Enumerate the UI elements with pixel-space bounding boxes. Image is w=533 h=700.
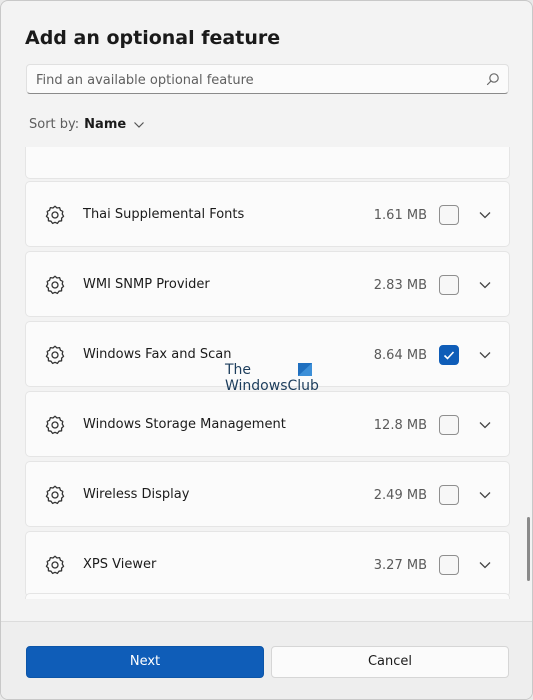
chevron-down-icon [134, 121, 145, 128]
chevron-down-icon[interactable] [478, 209, 492, 221]
list-item-partial [25, 147, 510, 179]
search-input[interactable] [36, 70, 476, 90]
search-icon[interactable] [486, 72, 500, 86]
gear-icon [45, 345, 65, 365]
chevron-down-icon[interactable] [478, 419, 492, 431]
search-box[interactable] [26, 64, 509, 94]
list-item[interactable]: Windows Storage Management 12.8 MB [25, 391, 510, 457]
chevron-down-icon[interactable] [478, 559, 492, 571]
scrollbar-thumb[interactable] [527, 517, 530, 581]
sort-label: Sort by: [29, 117, 80, 132]
list-item[interactable]: WMI SNMP Provider 2.83 MB [25, 251, 510, 317]
feature-checkbox[interactable] [439, 555, 459, 575]
feature-size: 2.49 MB [373, 488, 427, 503]
feature-name: Thai Supplemental Fonts [83, 207, 245, 222]
chevron-down-icon[interactable] [478, 279, 492, 291]
feature-size: 1.61 MB [373, 208, 427, 223]
feature-checkbox[interactable] [439, 345, 459, 365]
next-button[interactable]: Next [26, 646, 264, 678]
feature-checkbox[interactable] [439, 415, 459, 435]
list-item[interactable]: XPS Viewer 3.27 MB [25, 531, 510, 597]
watermark: The WindowsClub [225, 362, 319, 394]
feature-checkbox[interactable] [439, 275, 459, 295]
dialog-footer: Next Cancel [1, 621, 532, 699]
feature-name: WMI SNMP Provider [83, 277, 210, 292]
chevron-down-icon[interactable] [478, 349, 492, 361]
chevron-down-icon[interactable] [478, 489, 492, 501]
list-item[interactable]: Thai Supplemental Fonts 1.61 MB [25, 181, 510, 247]
feature-checkbox[interactable] [439, 205, 459, 225]
feature-name: Windows Fax and Scan [83, 347, 232, 362]
dialog-title: Add an optional feature [25, 27, 281, 49]
gear-icon [45, 205, 65, 225]
gear-icon [45, 555, 65, 575]
feature-name: XPS Viewer [83, 557, 157, 572]
windows-logo-icon [298, 363, 312, 376]
list-item-partial [25, 593, 510, 599]
feature-size: 2.83 MB [373, 278, 427, 293]
sort-value: Name [84, 117, 127, 132]
gear-icon [45, 485, 65, 505]
feature-name: Wireless Display [83, 487, 190, 502]
watermark-line2: WindowsClub [225, 378, 319, 394]
feature-size: 12.8 MB [373, 418, 427, 433]
add-optional-feature-dialog: Add an optional feature Sort by: Name Th… [0, 0, 533, 700]
feature-size: 8.64 MB [373, 348, 427, 363]
cancel-button[interactable]: Cancel [271, 646, 509, 678]
gear-icon [45, 415, 65, 435]
list-item[interactable]: Wireless Display 2.49 MB [25, 461, 510, 527]
gear-icon [45, 275, 65, 295]
feature-checkbox[interactable] [439, 485, 459, 505]
sort-dropdown[interactable]: Sort by: Name [29, 117, 145, 132]
feature-size: 3.27 MB [373, 558, 427, 573]
feature-name: Windows Storage Management [83, 417, 286, 432]
checkmark-icon [443, 351, 455, 360]
